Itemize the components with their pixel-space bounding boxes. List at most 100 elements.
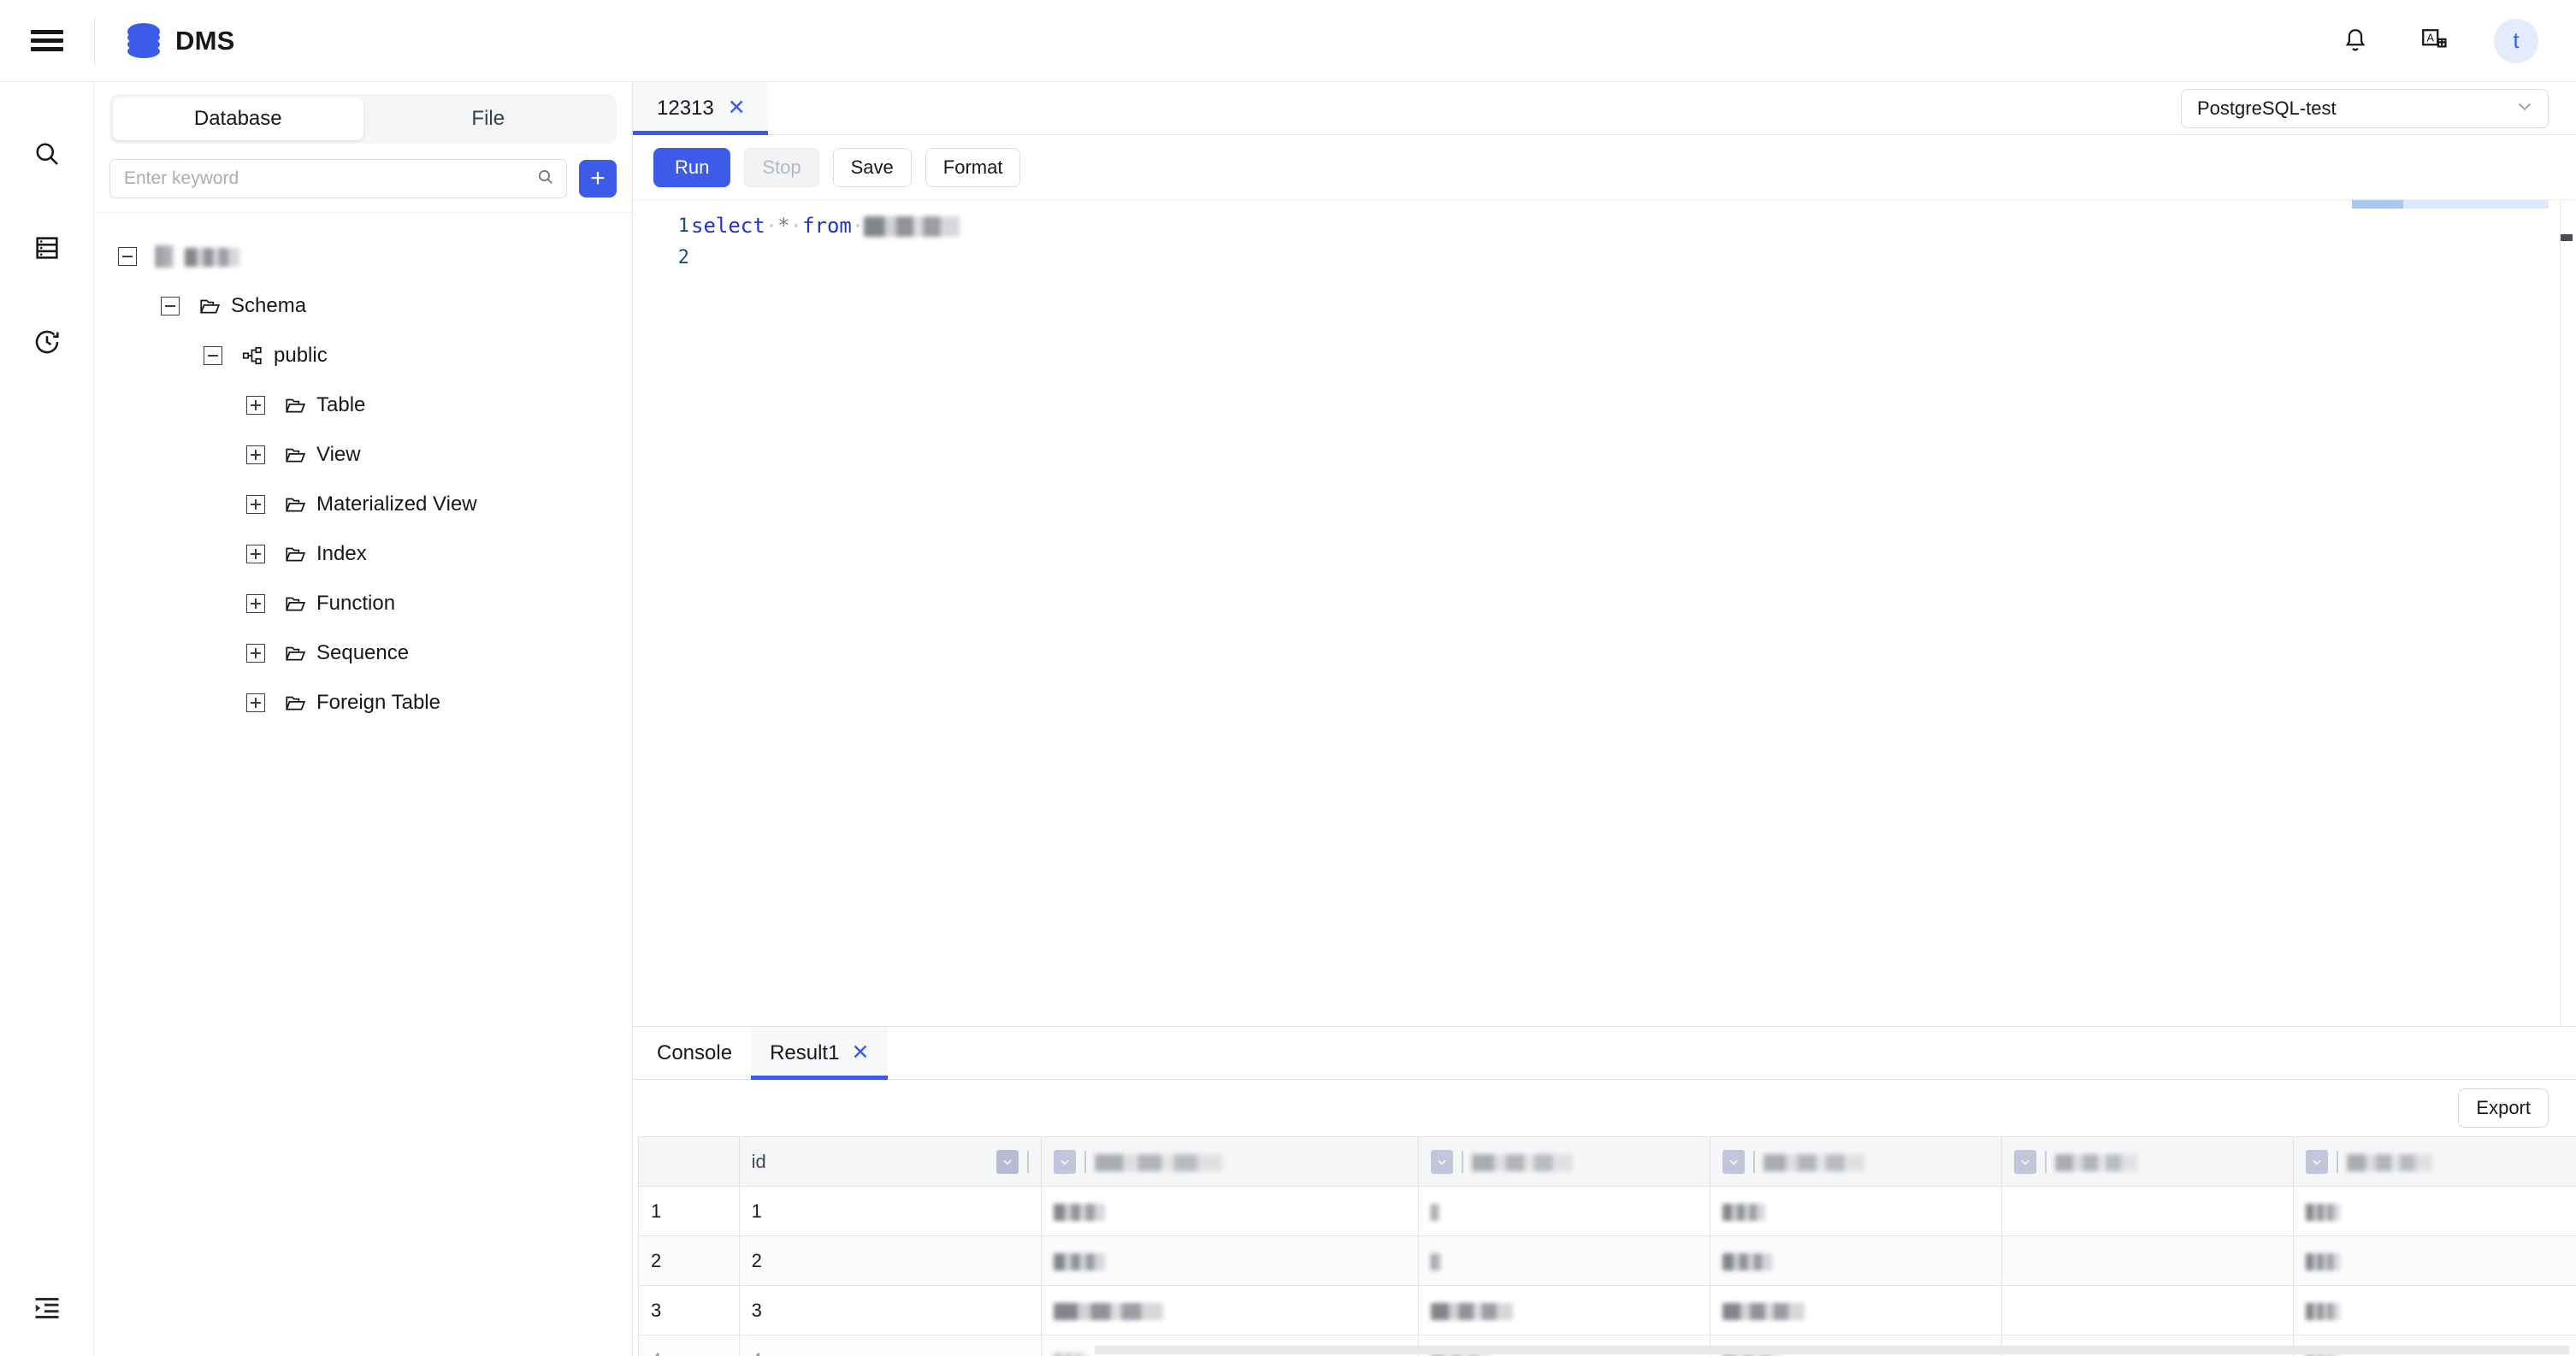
results-panel: Console Result1 ✕ Export id 112233 [633,1026,2576,1356]
cell-redacted[interactable] [2293,1285,2576,1335]
tree-item-function[interactable]: Function [94,579,632,628]
cell-redacted[interactable] [1709,1285,2003,1335]
tree-item-label: Sequence [316,641,410,664]
cell-redacted[interactable] [1709,1186,2003,1236]
column-header-redacted-6[interactable] [2293,1136,2576,1187]
cell-redacted[interactable] [1040,1285,1419,1335]
schema-icon [241,345,263,367]
expand-icon[interactable] [246,545,265,563]
column-header-redacted-3[interactable] [1417,1136,1710,1187]
export-button[interactable]: Export [2458,1088,2549,1128]
column-filter-icon[interactable] [996,1149,1019,1174]
table-row[interactable]: 33 [638,1285,2576,1335]
row-number-header[interactable] [638,1136,740,1187]
cell-redacted[interactable] [1417,1235,1710,1286]
column-header-redacted-2[interactable] [1040,1136,1419,1187]
search-input[interactable] [124,168,535,189]
cell-redacted[interactable] [1709,1235,2003,1286]
column-header-redacted-4[interactable] [1709,1136,2003,1187]
cell-id[interactable]: 2 [738,1235,1042,1286]
database-icon[interactable] [20,221,74,275]
collapse-icon[interactable] [161,297,180,315]
tree-item-view[interactable]: View [94,430,632,480]
expand-icon[interactable] [246,445,265,464]
tab-console[interactable]: Console [638,1027,751,1079]
result-grid-wrap[interactable]: id 11223344 [633,1136,2576,1356]
expand-icon[interactable] [246,594,265,613]
editor-code[interactable]: select·*·from· [691,210,2439,274]
db-instance-icon [156,245,174,268]
column-filter-icon[interactable] [1053,1149,1076,1174]
sql-editor[interactable]: 1 2 select·*·from· [633,200,2576,1026]
cell-redacted[interactable] [2001,1285,2295,1335]
table-row[interactable]: 22 [638,1235,2576,1286]
column-filter-icon[interactable] [2306,1149,2329,1174]
tree-item-foreign-table[interactable]: Foreign Table [94,678,632,728]
avatar[interactable]: t [2494,18,2538,63]
expand-icon[interactable] [246,693,265,712]
cell-redacted[interactable] [1040,1186,1419,1236]
editor-tab[interactable]: 12313 ✕ [633,82,768,135]
cell-redacted[interactable] [2001,1186,2295,1236]
search-icon[interactable] [535,167,556,192]
tree-item-root[interactable] [94,232,632,281]
search-icon[interactable] [20,127,74,181]
cell-id[interactable]: 4 [738,1335,1042,1356]
cell-redacted[interactable] [2001,1235,2295,1286]
tree-item-label: Function [316,592,396,615]
tree-item-index[interactable]: Index [94,529,632,579]
tree-item-table[interactable]: Table [94,380,632,430]
results-toolbar: Export [633,1080,2576,1136]
result-horizontal-scrollbar[interactable] [1095,1346,2569,1354]
table-row[interactable]: 11 [638,1186,2576,1236]
tab-database[interactable]: Database [113,97,363,140]
cell-id[interactable]: 1 [738,1186,1042,1236]
search-input-wrap[interactable] [109,159,567,198]
code-line-1: select·*·from· [691,214,960,238]
bell-icon[interactable] [2337,22,2374,60]
add-connection-button[interactable]: + [579,160,617,198]
folder-icon [284,444,306,466]
hamburger-icon[interactable] [0,26,94,56]
collapse-sidebar-icon[interactable] [0,1293,94,1324]
column-filter-icon[interactable] [2014,1149,2037,1174]
close-icon[interactable]: ✕ [728,97,746,119]
cell-redacted[interactable] [2293,1235,2576,1286]
column-filter-icon[interactable] [1430,1149,1453,1174]
tree-item-materialized-view[interactable]: Materialized View [94,480,632,529]
column-header-id[interactable]: id [738,1136,1042,1187]
folder-icon [284,593,306,615]
tab-result1-label: Result1 [770,1041,840,1064]
save-button[interactable]: Save [832,147,912,187]
translate-icon[interactable]: A [2415,22,2453,60]
expand-icon[interactable] [246,396,265,415]
folder-icon [284,493,306,516]
tree-item-sequence[interactable]: Sequence [94,628,632,678]
cell-redacted[interactable] [2293,1186,2576,1236]
collapse-icon[interactable] [204,346,222,365]
object-explorer-panel: Database File + Schema public Table View Mat… [94,82,633,1356]
tree-item-schema[interactable]: Schema [94,281,632,331]
expand-icon[interactable] [246,495,265,514]
cell-redacted[interactable] [1417,1285,1710,1335]
editor-vertical-scrollbar[interactable] [2560,200,2573,1026]
expand-icon[interactable] [246,644,265,663]
run-button[interactable]: Run [653,147,731,187]
close-icon[interactable]: ✕ [851,1042,869,1064]
connection-select[interactable]: PostgreSQL-test [2181,88,2549,128]
cell-id[interactable]: 3 [738,1285,1042,1335]
column-filter-icon[interactable] [1722,1149,1745,1174]
tab-result1[interactable]: Result1 ✕ [751,1027,889,1080]
tab-file[interactable]: File [363,97,614,140]
cell-redacted[interactable] [1040,1235,1419,1286]
svg-text:A: A [2427,31,2435,44]
column-header-label: id [751,1150,766,1172]
history-icon[interactable] [20,315,74,369]
column-header-redacted-5[interactable] [2001,1136,2295,1187]
editor-minimap[interactable] [2352,200,2549,209]
tree-item-public[interactable]: public [94,331,632,380]
sql-star: * [777,214,790,238]
format-button[interactable]: Format [925,147,1021,187]
collapse-icon[interactable] [118,247,137,266]
cell-redacted[interactable] [1417,1186,1710,1236]
